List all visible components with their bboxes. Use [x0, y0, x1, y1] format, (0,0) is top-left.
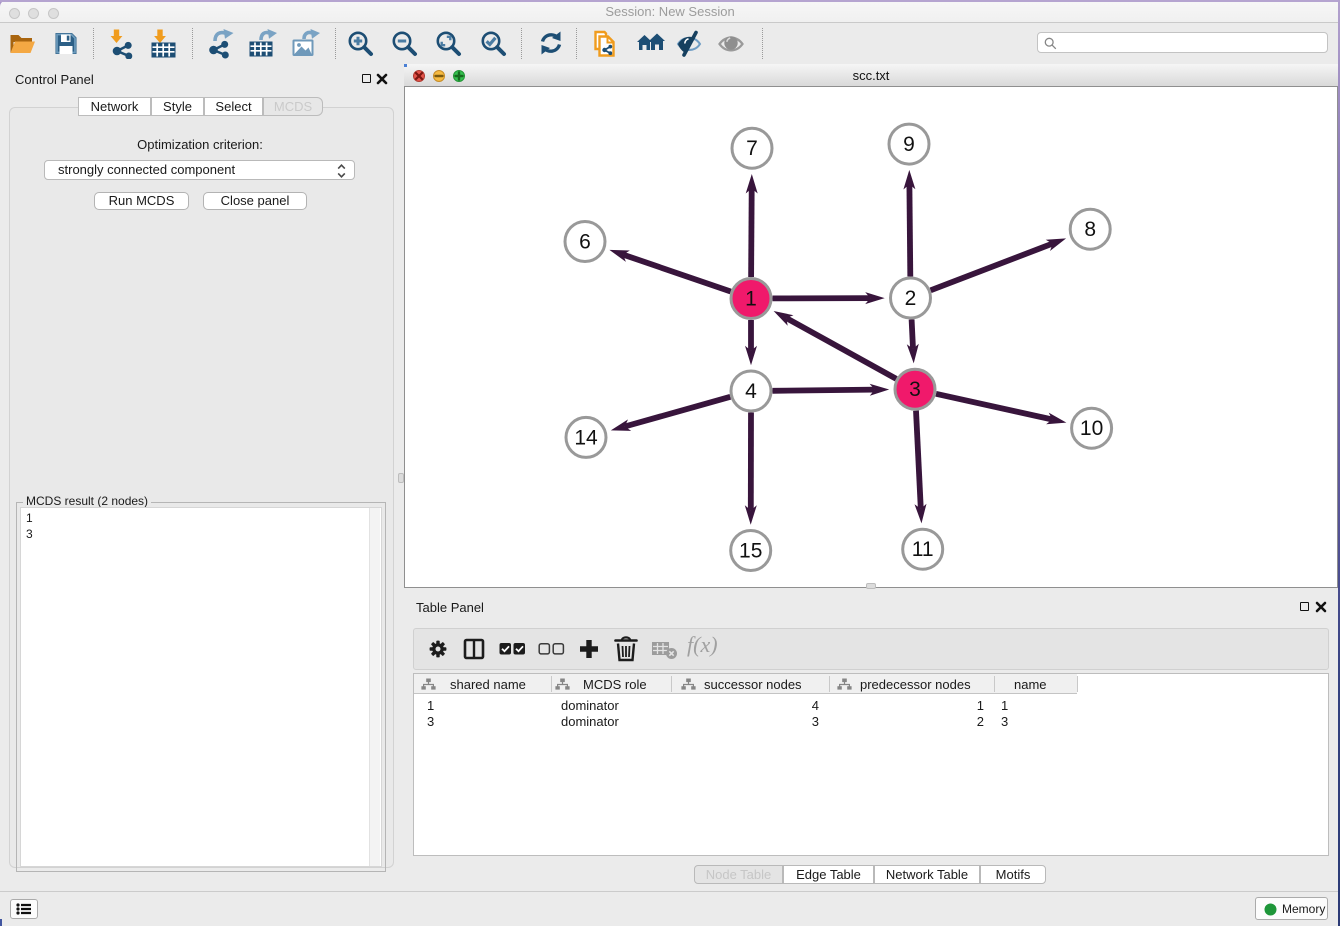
- svg-text:10: 10: [1080, 417, 1103, 440]
- svg-text:4: 4: [745, 380, 757, 403]
- svg-text:6: 6: [579, 231, 591, 254]
- svg-text:1: 1: [745, 288, 757, 311]
- svg-text:15: 15: [739, 540, 762, 563]
- svg-text:2: 2: [905, 287, 917, 310]
- svg-text:11: 11: [912, 538, 934, 561]
- svg-text:8: 8: [1084, 218, 1096, 241]
- svg-text:7: 7: [746, 137, 758, 160]
- svg-text:14: 14: [574, 426, 598, 449]
- svg-text:9: 9: [903, 133, 915, 156]
- svg-text:3: 3: [909, 378, 921, 401]
